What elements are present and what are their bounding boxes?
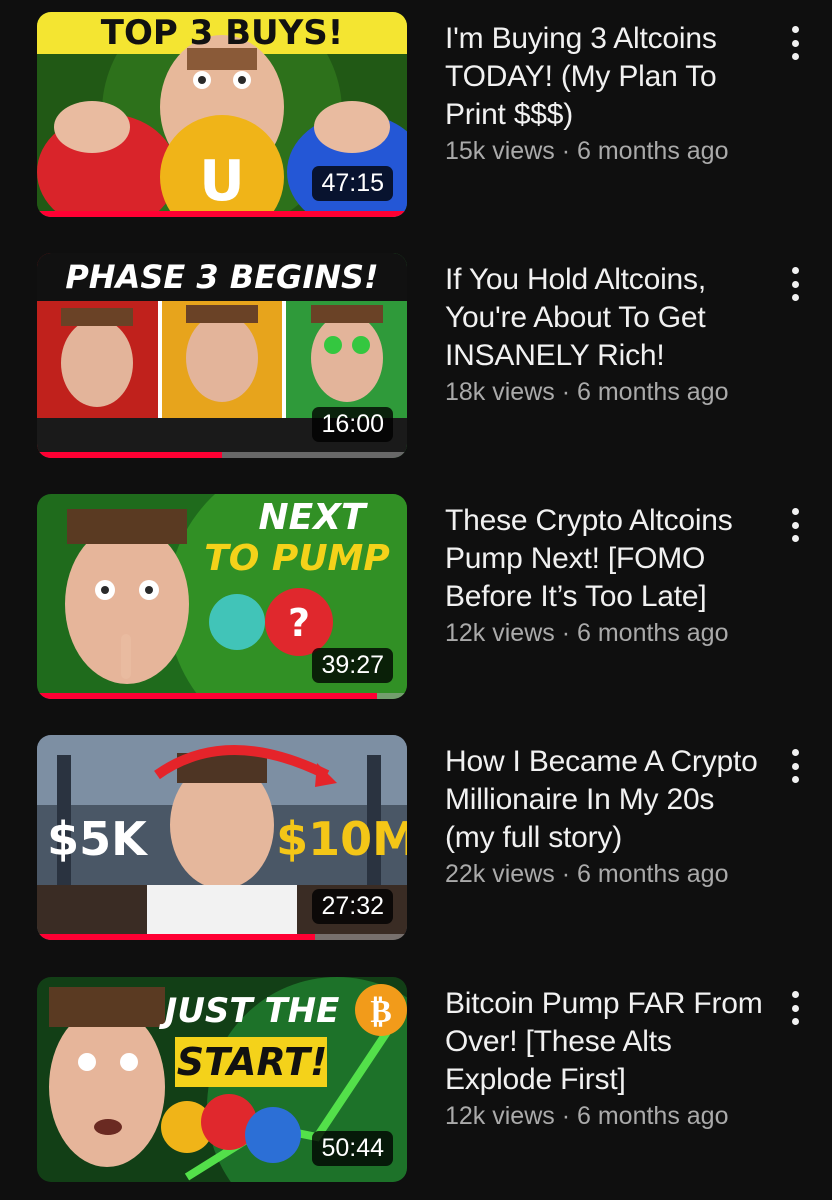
svg-text:U: U	[199, 149, 244, 214]
kebab-menu-icon	[791, 749, 799, 756]
meta-separator: ·	[554, 860, 577, 888]
meta-separator: ·	[554, 378, 577, 406]
video-duration: 50:44	[312, 1131, 393, 1166]
upload-age: 6 months ago	[576, 619, 729, 647]
meta-separator: ·	[554, 1102, 577, 1130]
svg-text:TO PUMP: TO PUMP	[204, 538, 390, 579]
video-duration: 27:32	[312, 889, 393, 924]
view-count: 22k views	[445, 860, 555, 888]
svg-text:₿: ₿	[370, 992, 391, 1030]
meta-separator: ·	[554, 137, 577, 165]
video-title[interactable]: How I Became A Crypto Millionaire In My …	[445, 743, 765, 857]
video-title[interactable]: Bitcoin Pump FAR From Over! [These Alts …	[445, 985, 765, 1099]
watch-progress-bar	[37, 452, 407, 458]
watch-progress-bar	[37, 693, 407, 699]
watch-progress-fill	[37, 934, 315, 940]
more-options-button[interactable]	[780, 991, 810, 1025]
meta-separator: ·	[554, 619, 577, 647]
video-meta: 18k views · 6 months ago	[445, 375, 765, 409]
video-meta: 15k views · 6 months ago	[445, 134, 765, 168]
more-options-button[interactable]	[780, 508, 810, 542]
more-options-button[interactable]	[780, 749, 810, 783]
svg-text:$10M: $10M	[276, 812, 407, 866]
view-count: 12k views	[445, 1102, 555, 1130]
video-duration: 39:27	[312, 648, 393, 683]
video-title[interactable]: These Crypto Altcoins Pump Next! [FOMO B…	[445, 502, 765, 616]
video-thumbnail[interactable]: ₿ JUST THE START! 50:44	[37, 977, 407, 1182]
svg-text:TOP 3 BUYS!: TOP 3 BUYS!	[101, 13, 343, 53]
upload-age: 6 months ago	[576, 1102, 729, 1130]
kebab-menu-icon	[791, 991, 799, 998]
kebab-menu-icon	[791, 267, 799, 274]
video-item[interactable]: ₿ JUST THE START! 50:44 Bitcoin Pump FAR…	[0, 977, 832, 1197]
more-options-button[interactable]	[780, 26, 810, 60]
svg-text:JUST THE: JUST THE	[159, 991, 340, 1031]
upload-age: 6 months ago	[576, 378, 729, 406]
view-count: 18k views	[445, 378, 555, 406]
upload-age: 6 months ago	[576, 137, 729, 165]
watch-progress-fill	[37, 693, 378, 699]
video-item[interactable]: ? NEXT TO PUMP 39:27 These Crypto Altcoi…	[0, 494, 832, 714]
watch-progress-bar	[37, 934, 407, 940]
video-title[interactable]: I'm Buying 3 Altcoins TODAY! (My Plan To…	[445, 20, 765, 134]
kebab-menu-icon	[791, 508, 799, 515]
svg-text:PHASE 3 BEGINS!: PHASE 3 BEGINS!	[65, 258, 378, 296]
more-options-button[interactable]	[780, 267, 810, 301]
video-meta: 22k views · 6 months ago	[445, 857, 765, 891]
video-item[interactable]: U TOP 3 BUYS! 47:15 I'm Buying 3 Altcoin…	[0, 12, 832, 232]
watch-progress-bar	[37, 211, 407, 217]
video-title[interactable]: If You Hold Altcoins, You're About To Ge…	[445, 261, 765, 375]
svg-text:$5K: $5K	[47, 812, 149, 866]
video-meta: 12k views · 6 months ago	[445, 616, 765, 650]
video-meta: 12k views · 6 months ago	[445, 1099, 765, 1133]
svg-text:NEXT: NEXT	[258, 497, 367, 538]
video-thumbnail[interactable]: U TOP 3 BUYS! 47:15	[37, 12, 407, 217]
svg-text:START!: START!	[177, 1040, 328, 1084]
kebab-menu-icon	[791, 26, 799, 33]
video-thumbnail[interactable]: PHASE 3 BEGINS! 16:00	[37, 253, 407, 458]
video-thumbnail[interactable]: ? NEXT TO PUMP 39:27	[37, 494, 407, 699]
watch-progress-fill	[37, 452, 222, 458]
video-duration: 16:00	[312, 407, 393, 442]
svg-text:?: ?	[288, 601, 310, 645]
video-item[interactable]: $5K $10M 27:32 How I Became A Crypto Mil…	[0, 735, 832, 955]
view-count: 12k views	[445, 619, 555, 647]
watch-progress-fill	[37, 211, 407, 217]
upload-age: 6 months ago	[576, 860, 729, 888]
video-item[interactable]: PHASE 3 BEGINS! 16:00 If You Hold Altcoi…	[0, 253, 832, 473]
video-thumbnail[interactable]: $5K $10M 27:32	[37, 735, 407, 940]
video-duration: 47:15	[312, 166, 393, 201]
view-count: 15k views	[445, 137, 555, 165]
